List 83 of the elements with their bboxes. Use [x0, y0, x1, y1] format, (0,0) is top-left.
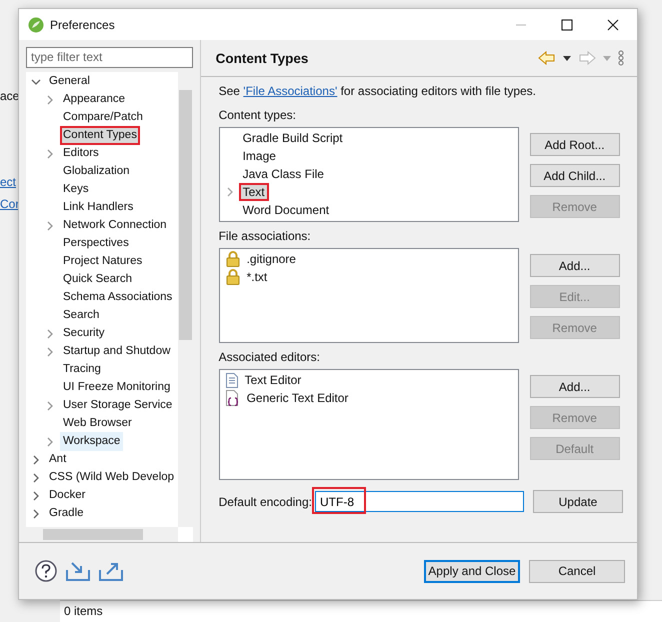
- dropdown-caret-icon[interactable]: [563, 56, 571, 60]
- tree-item[interactable]: Editors: [60, 144, 102, 164]
- export-icon[interactable]: [99, 561, 123, 581]
- content-type-item[interactable]: Gradle Build Script: [238, 129, 347, 147]
- action-button[interactable]: Add...: [530, 375, 620, 398]
- tree-item[interactable]: Link Handlers: [60, 198, 136, 218]
- content-type-item[interactable]: Image: [238, 147, 280, 165]
- intro-text: See 'File Associations' for associating editors with file types.: [218, 83, 538, 99]
- chevron-right-icon[interactable]: [31, 472, 41, 483]
- tree-item[interactable]: Keys: [60, 180, 92, 200]
- editor-item[interactable]: Generic Text Editor: [242, 389, 352, 407]
- file-association-item[interactable]: .gitignore: [242, 250, 300, 268]
- tree-item[interactable]: UI Freeze Monitoring: [60, 378, 174, 398]
- chevron-right-icon[interactable]: [45, 94, 55, 105]
- chevron-right-icon[interactable]: [31, 454, 41, 465]
- forward-arrow-icon[interactable]: [578, 51, 596, 65]
- document-icon: [226, 372, 238, 388]
- file-association-item[interactable]: *.txt: [242, 268, 272, 286]
- tree-item[interactable]: Security: [60, 324, 108, 344]
- background-text: Cor: [0, 196, 20, 212]
- tree-item[interactable]: Perspectives: [60, 234, 132, 254]
- background-text: ect: [0, 174, 18, 190]
- tree-item[interactable]: Project Natures: [60, 252, 146, 272]
- lock-icon: [226, 269, 240, 285]
- import-icon[interactable]: [66, 561, 90, 581]
- encoding-field[interactable]: UTF-8: [315, 491, 524, 512]
- lock-icon: [226, 251, 240, 267]
- braces-document-icon: [226, 390, 240, 406]
- chevron-right-icon[interactable]: [45, 220, 55, 231]
- tree-item[interactable]: Schema Associations: [60, 288, 176, 308]
- tree-item[interactable]: Search: [60, 306, 102, 326]
- tree-item[interactable]: Globalization: [60, 162, 132, 182]
- filter-field[interactable]: type filter text: [26, 47, 193, 68]
- editor-item[interactable]: Text Editor: [240, 371, 306, 389]
- file-associations-link[interactable]: 'File Associations': [243, 84, 338, 98]
- update-button[interactable]: Update: [533, 490, 623, 513]
- tree-item[interactable]: CSS (Wild Web Develop: [46, 468, 178, 488]
- maximize-icon[interactable]: [561, 18, 573, 30]
- chevron-down-icon[interactable]: [31, 76, 41, 87]
- help-icon[interactable]: [35, 560, 57, 582]
- tree-item[interactable]: Network Connection: [60, 216, 170, 236]
- chevron-right-icon[interactable]: [31, 490, 41, 501]
- tree-item[interactable]: Ant: [46, 450, 70, 470]
- tree-item[interactable]: Quick Search: [60, 270, 136, 290]
- tree-item[interactable]: Appearance: [60, 90, 128, 110]
- back-arrow-icon[interactable]: [538, 51, 556, 65]
- section-label: Content types:: [218, 107, 297, 123]
- chevron-right-icon[interactable]: [45, 400, 55, 411]
- content-type-item[interactable]: Text: [238, 183, 269, 201]
- leaf-logo-icon: [28, 16, 44, 32]
- vertical-scrollbar[interactable]: [178, 72, 193, 527]
- cancel-button[interactable]: Cancel: [529, 560, 625, 582]
- chevron-right-icon[interactable]: [45, 328, 55, 339]
- chevron-right-icon[interactable]: [31, 508, 41, 519]
- action-button[interactable]: Add Root...: [530, 133, 620, 156]
- tree-item[interactable]: Docker: [46, 486, 88, 506]
- tree-item[interactable]: Gradle: [46, 504, 87, 524]
- content-type-item[interactable]: Java Class File: [238, 165, 328, 183]
- tree-item[interactable]: Workspace: [60, 432, 124, 452]
- more-options-icon[interactable]: [618, 50, 624, 66]
- tree-item[interactable]: General: [46, 72, 93, 92]
- content-type-item[interactable]: Word Document: [238, 201, 334, 219]
- apply-and-close-button[interactable]: Apply and Close: [424, 560, 520, 582]
- encoding-label: Default encoding:: [218, 494, 312, 508]
- section-label: Associated editors:: [218, 349, 321, 365]
- page-title: Content Types: [216, 50, 308, 66]
- section-label: File associations:: [218, 228, 312, 244]
- horizontal-scrollbar[interactable]: [26, 527, 178, 542]
- tree-item[interactable]: Tracing: [60, 360, 104, 380]
- chevron-right-icon[interactable]: [45, 436, 55, 447]
- window-title: Preferences: [50, 18, 115, 32]
- action-button[interactable]: Add...: [530, 254, 620, 277]
- status-text: 0 items: [64, 604, 103, 618]
- chevron-right-icon[interactable]: [45, 148, 55, 159]
- action-button[interactable]: Add Child...: [530, 164, 620, 187]
- chevron-right-icon[interactable]: [45, 346, 55, 357]
- tree-item[interactable]: Compare/Patch: [60, 108, 146, 128]
- tree-item[interactable]: User Storage Service: [60, 396, 176, 416]
- close-icon[interactable]: [607, 18, 619, 30]
- tree-item[interactable]: Web Browser: [60, 414, 135, 434]
- background-text: ace: [0, 88, 20, 104]
- tree-item[interactable]: Content Types: [60, 126, 140, 146]
- tree-item[interactable]: Startup and Shutdow: [60, 342, 174, 362]
